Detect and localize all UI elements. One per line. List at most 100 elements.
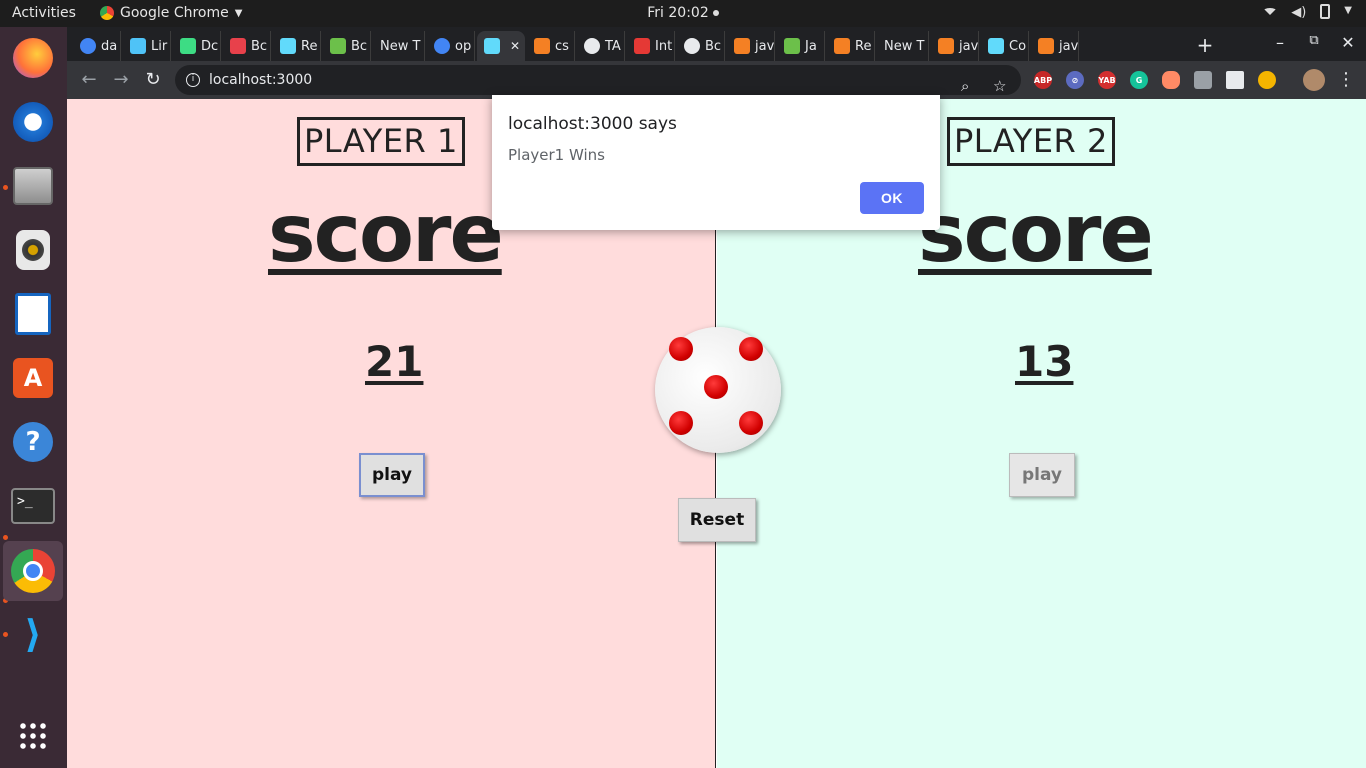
player2-play-button[interactable]: play [1009, 453, 1075, 497]
minimize-button[interactable]: – [1266, 33, 1294, 52]
tab-title: Re [855, 38, 872, 54]
clock-label: Fri 20:02 [647, 5, 709, 21]
chrome-icon[interactable] [3, 541, 63, 601]
extension-icon[interactable]: ⊘ [1066, 71, 1084, 89]
tab-title: Ja [805, 38, 817, 54]
browser-tab[interactable]: Re [273, 31, 321, 61]
running-indicator [3, 535, 8, 540]
adblock-plus-icon[interactable]: ABP [1034, 71, 1052, 89]
browser-toolbar: ← → ↻ i localhost:3000 ⌕ ☆ ABP ⊘ YAB G ⋮ [67, 61, 1366, 99]
youtube-adblock-icon[interactable]: YAB [1098, 71, 1116, 89]
running-indicator [3, 632, 8, 637]
system-tray[interactable]: ◀) ▼ [1263, 4, 1352, 20]
back-button[interactable]: ← [78, 69, 100, 90]
info-icon[interactable]: i [186, 73, 200, 87]
reset-button[interactable]: Reset [678, 498, 756, 542]
extension-icon[interactable] [1226, 71, 1244, 89]
browser-tab[interactable]: da [73, 31, 121, 61]
forward-button[interactable]: → [110, 69, 132, 90]
grammarly-icon[interactable]: G [1130, 71, 1148, 89]
browser-tab[interactable]: jav [727, 31, 775, 61]
browser-tab[interactable]: Int [627, 31, 675, 61]
bootstrap-icon [230, 38, 246, 54]
browser-tab[interactable]: Ja [777, 31, 825, 61]
stackoverflow-icon [938, 38, 954, 54]
player2-title: PLAYER 2 [947, 117, 1115, 166]
show-apps-icon[interactable] [10, 713, 56, 759]
browser-tab[interactable]: TA [577, 31, 625, 61]
player2-score: 13 [1015, 337, 1074, 386]
flutter-icon [130, 38, 146, 54]
stackoverflow-icon [834, 38, 850, 54]
browser-tab[interactable]: New T [373, 31, 425, 61]
tab-title: TA [605, 38, 621, 54]
browser-tab[interactable]: Lir [123, 31, 171, 61]
browser-tab[interactable]: jav [1031, 31, 1079, 61]
cookie-icon[interactable] [1258, 71, 1276, 89]
google-icon [80, 38, 96, 54]
extension-icon[interactable] [1162, 71, 1180, 89]
writer-icon[interactable] [10, 291, 56, 337]
tab-title: jav [959, 38, 979, 54]
running-indicator [3, 185, 8, 190]
globe-icon [584, 38, 600, 54]
ok-button[interactable]: OK [860, 182, 924, 214]
battery-icon [1320, 4, 1331, 19]
player1-play-button[interactable]: play [359, 453, 425, 497]
menu-icon[interactable]: ⋮ [1335, 69, 1357, 90]
browser-tab[interactable]: jav [931, 31, 979, 61]
dock: A ? >_ ⟩ [0, 27, 67, 768]
alert-title: localhost:3000 says [508, 114, 677, 134]
power-menu-icon: ▼ [1344, 4, 1352, 16]
rhythmbox-icon[interactable] [10, 227, 56, 273]
tab-title: Bc [351, 38, 368, 54]
player2-score-label: score [918, 187, 1154, 280]
maximize-button[interactable]: ⧉ [1300, 33, 1328, 48]
clock[interactable]: Fri 20:02 [0, 5, 1366, 21]
browser-tab[interactable]: Co [981, 31, 1029, 61]
tab-title: Bc [251, 38, 268, 54]
tab-title: New T [380, 38, 421, 54]
dice-pip [669, 337, 693, 361]
tab-title: Re [301, 38, 318, 54]
browser-tab[interactable]: Bc [323, 31, 371, 61]
dice-pip [669, 411, 693, 435]
browser-tab[interactable]: New T [877, 31, 929, 61]
close-tab-icon[interactable]: ✕ [510, 39, 520, 53]
system-top-bar: Activities Google Chrome ▼ Fri 20:02 ◀) … [0, 0, 1366, 27]
terminal-icon[interactable]: >_ [10, 483, 56, 529]
bookmark-star-icon[interactable]: ☆ [993, 71, 1006, 101]
help-icon[interactable]: ? [10, 419, 56, 465]
address-bar[interactable]: i localhost:3000 ⌕ ☆ [175, 65, 1021, 95]
tab-title: New T [884, 38, 925, 54]
zoom-icon[interactable]: ⌕ [961, 71, 969, 101]
stackoverflow-icon [1038, 38, 1054, 54]
vscode-icon[interactable]: ⟩ [10, 611, 56, 657]
dice-pip [704, 375, 728, 399]
browser-tab[interactable]: Re [827, 31, 875, 61]
browser-tab[interactable]: cs [527, 31, 575, 61]
alert-message: Player1 Wins [508, 146, 605, 164]
alert-dialog: localhost:3000 says Player1 Wins OK [492, 95, 940, 230]
firefox-icon[interactable] [10, 35, 56, 81]
new-tab-button[interactable]: + [1191, 33, 1219, 57]
browser-tab[interactable]: Bc [677, 31, 725, 61]
browser-tab[interactable]: Bc [223, 31, 271, 61]
react-icon [988, 38, 1004, 54]
reload-button[interactable]: ↻ [142, 69, 164, 90]
shield-icon[interactable] [1194, 71, 1212, 89]
dice-pip [739, 337, 763, 361]
browser-tab[interactable]: Dc [173, 31, 221, 61]
close-window-button[interactable]: ✕ [1334, 33, 1362, 52]
avatar[interactable] [1303, 69, 1325, 91]
dice-pip [739, 411, 763, 435]
player1-score-label: score [268, 187, 504, 280]
thunderbird-icon[interactable] [10, 99, 56, 145]
browser-tab[interactable]: op [427, 31, 475, 61]
files-icon[interactable] [10, 163, 56, 209]
notification-dot [712, 10, 719, 16]
browser-tab[interactable]: ✕ [477, 31, 525, 61]
software-center-icon[interactable]: A [10, 355, 56, 401]
volume-icon: ◀) [1291, 4, 1307, 20]
stackoverflow-icon [534, 38, 550, 54]
